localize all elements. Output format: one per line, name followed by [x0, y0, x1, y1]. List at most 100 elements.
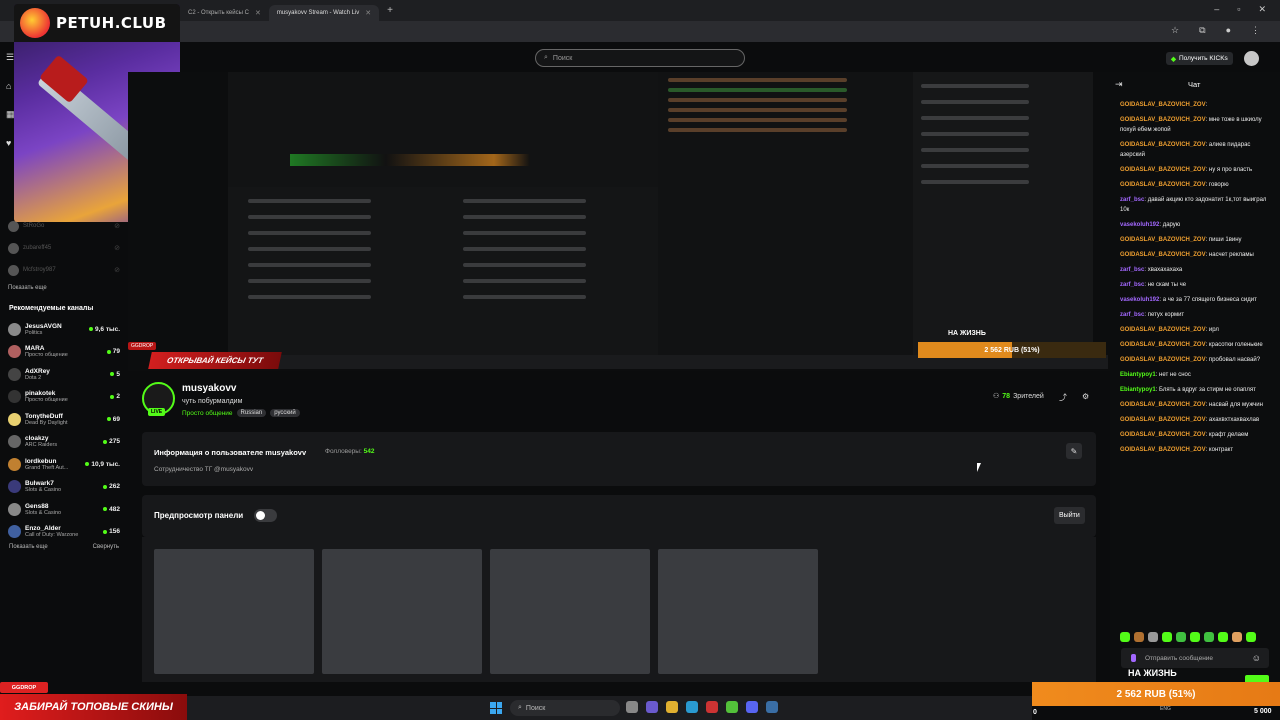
- chat-username[interactable]: zarf_bsc: [1120, 312, 1144, 318]
- chat-username[interactable]: GOIDASLAV_BAZOVICH_ZOV: [1120, 447, 1206, 453]
- chat-username[interactable]: Ebiantypoy1: [1120, 372, 1156, 378]
- search-input[interactable]: ⌕ Поиск: [535, 49, 745, 67]
- live-dot-icon: [110, 372, 115, 377]
- browser-tab-active[interactable]: musyakovv Stream - Watch Liv ✕: [268, 5, 380, 21]
- viewer-count: 9,6 тыс.: [89, 326, 120, 333]
- show-more-link[interactable]: Показать еще: [9, 544, 48, 550]
- chat-username[interactable]: vasekoluh192: [1120, 222, 1159, 228]
- chat-username[interactable]: GOIDASLAV_BAZOVICH_ZOV: [1120, 117, 1206, 123]
- windows-start-icon[interactable]: [490, 702, 502, 714]
- taskbar-search[interactable]: ⌕ Поиск: [510, 700, 620, 716]
- chat-input-placeholder: Отправить сообщение: [1145, 654, 1214, 662]
- recommended-channel[interactable]: Gens88 Slots & Casino 482: [8, 498, 120, 521]
- emote-icon[interactable]: [1246, 632, 1256, 642]
- close-icon[interactable]: ✕: [365, 9, 371, 17]
- recommended-channel[interactable]: JesusAVGN Politics 9,6 тыс.: [8, 318, 120, 341]
- user-settings-icon[interactable]: ⚙: [1082, 392, 1089, 401]
- recommended-channel[interactable]: lordkebun Grand Theft Aut... 10,9 тыс.: [8, 453, 120, 476]
- discord-icon[interactable]: [746, 701, 758, 713]
- chat-username[interactable]: GOIDASLAV_BAZOVICH_ZOV: [1120, 327, 1206, 333]
- emote-icon[interactable]: [1162, 632, 1172, 642]
- recommended-channel[interactable]: Enzo_Alder Call of Duty: Warzone 156: [8, 521, 120, 544]
- viewers-number: 79: [112, 348, 120, 356]
- chat-username[interactable]: zarf_bsc: [1120, 282, 1144, 288]
- chat-username[interactable]: vasekoluh192: [1120, 297, 1159, 303]
- star-icon[interactable]: ☆: [1171, 25, 1179, 36]
- emote-icon[interactable]: [1232, 632, 1242, 642]
- chat-username[interactable]: GOIDASLAV_BAZOVICH_ZOV: [1120, 342, 1206, 348]
- task-view-icon[interactable]: [626, 701, 638, 713]
- emote-icon[interactable]: [1148, 632, 1158, 642]
- stream-screen-settings: [913, 72, 1093, 357]
- live-dot-icon: [89, 327, 93, 332]
- chat-username[interactable]: GOIDASLAV_BAZOVICH_ZOV: [1120, 142, 1206, 148]
- chat-username[interactable]: GOIDASLAV_BAZOVICH_ZOV: [1120, 402, 1206, 408]
- browser-icon[interactable]: [726, 701, 738, 713]
- chat-username[interactable]: GOIDASLAV_BAZOVICH_ZOV: [1120, 237, 1206, 243]
- get-kicks-button[interactable]: ◆ Получить KICKs: [1166, 52, 1233, 65]
- user-avatar[interactable]: [1244, 51, 1259, 66]
- chat-username[interactable]: GOIDASLAV_BAZOVICH_ZOV: [1120, 252, 1206, 258]
- emote-icon[interactable]: [1120, 632, 1130, 642]
- recommended-channel[interactable]: pinakotek Просто общение 2: [8, 386, 120, 409]
- chat-text: крафт делаем: [1208, 432, 1249, 438]
- video-player[interactable]: GGDROP ОТКРЫВАЙ КЕЙСЫ ТУТ НА ЖИЗНЬ 2 562…: [128, 72, 1110, 371]
- chat-username[interactable]: GOIDASLAV_BAZOVICH_ZOV: [1120, 357, 1206, 363]
- chat-input[interactable]: Отправить сообщение ☺: [1121, 648, 1269, 668]
- chrome-icon[interactable]: [706, 701, 718, 713]
- chat-username[interactable]: GOIDASLAV_BAZOVICH_ZOV: [1120, 167, 1206, 173]
- ggdrop-tag: GGDROP: [0, 682, 48, 693]
- show-more-link[interactable]: Показать еще: [8, 285, 120, 291]
- recommended-channel[interactable]: TonytheDuff Dead By Daylight 69: [8, 408, 120, 431]
- followed-channel[interactable]: Mcfstroy987 ⊘: [8, 259, 120, 281]
- extensions-icon[interactable]: ⧉: [1199, 25, 1205, 36]
- chat-username[interactable]: zarf_bsc: [1120, 267, 1144, 273]
- viewer-count: 10,9 тыс.: [85, 461, 120, 468]
- menu-icon[interactable]: ⋮: [1251, 25, 1260, 36]
- stream-category[interactable]: Просто общение: [182, 410, 233, 417]
- panel-preview-toggle[interactable]: [254, 509, 277, 522]
- live-dot-icon: [103, 529, 108, 534]
- emoji-icon[interactable]: ☺: [1252, 653, 1261, 663]
- close-window-icon[interactable]: ✕: [1258, 4, 1266, 15]
- goal-progress-bar: 2 562 RUB (51%): [1032, 682, 1280, 706]
- profile-icon[interactable]: ●: [1226, 25, 1231, 36]
- tag[interactable]: русский: [270, 409, 300, 417]
- recommended-channel[interactable]: AdXRey Dota 2 5: [8, 363, 120, 386]
- emote-icon[interactable]: [1218, 632, 1228, 642]
- avatar: [8, 412, 21, 426]
- system-tray-lang[interactable]: ENG: [1160, 706, 1171, 712]
- maximize-icon[interactable]: ▫: [1237, 4, 1240, 15]
- recommended-channel[interactable]: MARA Просто общение 79: [8, 341, 120, 364]
- share-icon[interactable]: ⤴: [1059, 392, 1067, 403]
- chat-username[interactable]: GOIDASLAV_BAZOVICH_ZOV: [1120, 417, 1206, 423]
- file-explorer-icon[interactable]: [666, 701, 678, 713]
- emote-icon[interactable]: [1176, 632, 1186, 642]
- emote-icon[interactable]: [1190, 632, 1200, 642]
- chat-username[interactable]: GOIDASLAV_BAZOVICH_ZOV: [1120, 432, 1206, 438]
- panel-placeholder: [658, 549, 818, 674]
- chat-username[interactable]: zarf_bsc: [1120, 197, 1144, 203]
- exit-button[interactable]: Выйти: [1054, 507, 1085, 524]
- recommended-channel[interactable]: Bulwark7 Slots & Casino 262: [8, 476, 120, 499]
- steam-icon[interactable]: [766, 701, 778, 713]
- edit-pencil-icon[interactable]: ✎: [1066, 443, 1082, 459]
- browser-tab[interactable]: C2 - Открыть кейсы C ✕: [180, 5, 269, 21]
- app-icon[interactable]: [646, 701, 658, 713]
- followed-channel[interactable]: zubareff45 ⊘: [8, 237, 120, 259]
- tag[interactable]: Russian: [236, 409, 267, 417]
- chat-username[interactable]: GOIDASLAV_BAZOVICH_ZOV: [1120, 102, 1206, 108]
- close-icon[interactable]: ✕: [255, 9, 261, 17]
- chat-username[interactable]: Ebiantypoy1: [1120, 387, 1156, 393]
- chat-username[interactable]: GOIDASLAV_BAZOVICH_ZOV: [1120, 182, 1206, 188]
- collapse-chat-icon[interactable]: ⇥: [1115, 79, 1123, 90]
- new-tab-icon[interactable]: +: [387, 5, 393, 16]
- recommended-channel[interactable]: cloakzy ARC Raiders 275: [8, 431, 120, 454]
- emote-icon[interactable]: [1134, 632, 1144, 642]
- channel-name[interactable]: musyakovv: [182, 383, 236, 394]
- emote-icon[interactable]: [1204, 632, 1214, 642]
- chat-message: Ebiantypoy1: нет не снос: [1120, 370, 1270, 380]
- minimize-icon[interactable]: –: [1214, 4, 1219, 15]
- collapse-link[interactable]: Свернуть: [93, 544, 119, 550]
- edge-icon[interactable]: [686, 701, 698, 713]
